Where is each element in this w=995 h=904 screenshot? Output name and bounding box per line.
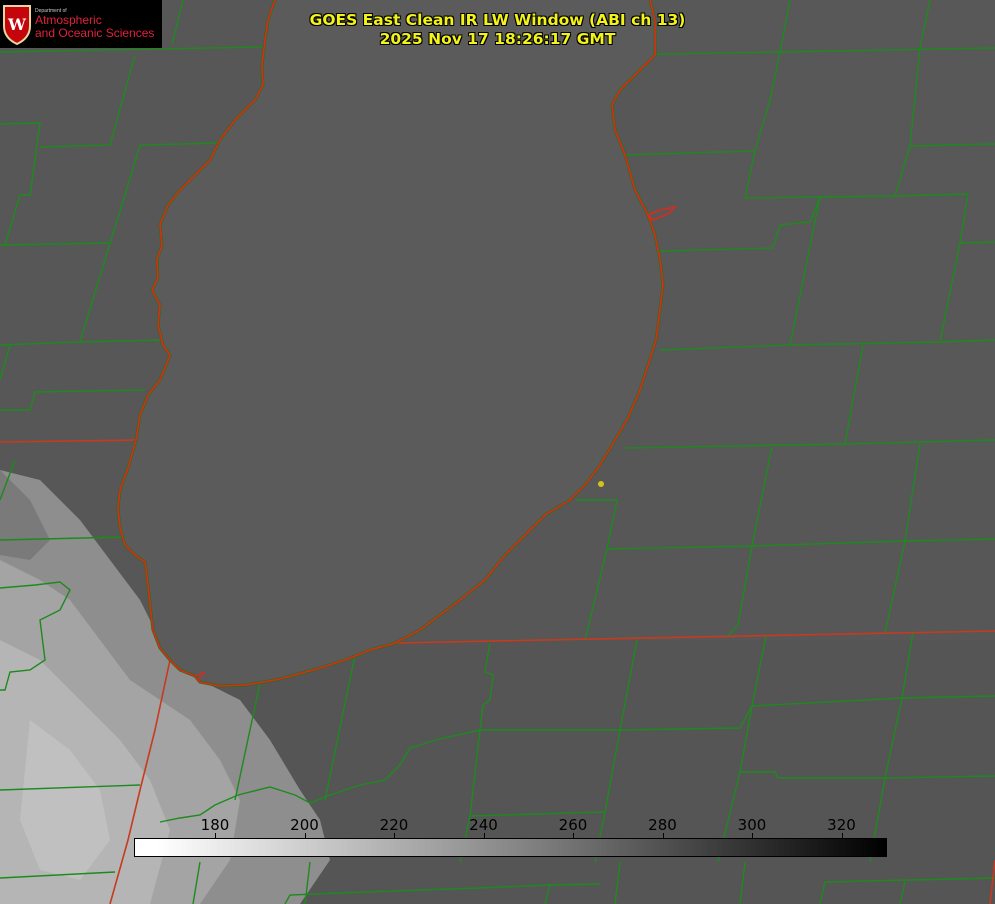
- colorbar-tick-label: 220: [379, 816, 409, 834]
- colorbar-tick: [662, 833, 664, 839]
- colorbar-tick: [215, 833, 216, 839]
- satellite-map: [0, 0, 995, 904]
- colorbar-tick: [483, 833, 485, 839]
- satellite-image-viewer: W Department of Atmospheric and Oceanic …: [0, 0, 995, 904]
- colorbar-tick: [573, 833, 574, 839]
- location-marker: [598, 481, 604, 487]
- colorbar-tick-label: 200: [290, 816, 319, 834]
- colorbar-tick-label: 180: [200, 816, 230, 834]
- colorbar-tick-labels: 180 200 220 240 260 280 300 320: [134, 816, 887, 838]
- svg-text:W: W: [7, 15, 27, 34]
- temperature-colorbar: 180 200 220 240 260 280 300 320: [134, 816, 887, 857]
- colorbar-tick: [394, 833, 395, 839]
- colorbar-tick-label: 320: [827, 816, 856, 834]
- colorbar-tick-label: 280: [648, 816, 677, 834]
- colorbar-tick: [841, 833, 843, 839]
- colorbar-tick: [304, 833, 306, 839]
- colorbar-tick-label: 300: [737, 816, 767, 834]
- logo-line1: Atmospheric: [35, 13, 102, 28]
- colorbar-tick-label: 260: [558, 816, 588, 834]
- colorbar-tick-label: 240: [469, 816, 498, 834]
- logo-line2: and Oceanic Sciences: [35, 25, 155, 40]
- uw-crest-icon: W: [3, 5, 31, 46]
- colorbar-tick: [752, 833, 753, 839]
- aos-logo: W Department of Atmospheric and Oceanic …: [0, 0, 162, 48]
- colorbar-gradient: [134, 833, 887, 857]
